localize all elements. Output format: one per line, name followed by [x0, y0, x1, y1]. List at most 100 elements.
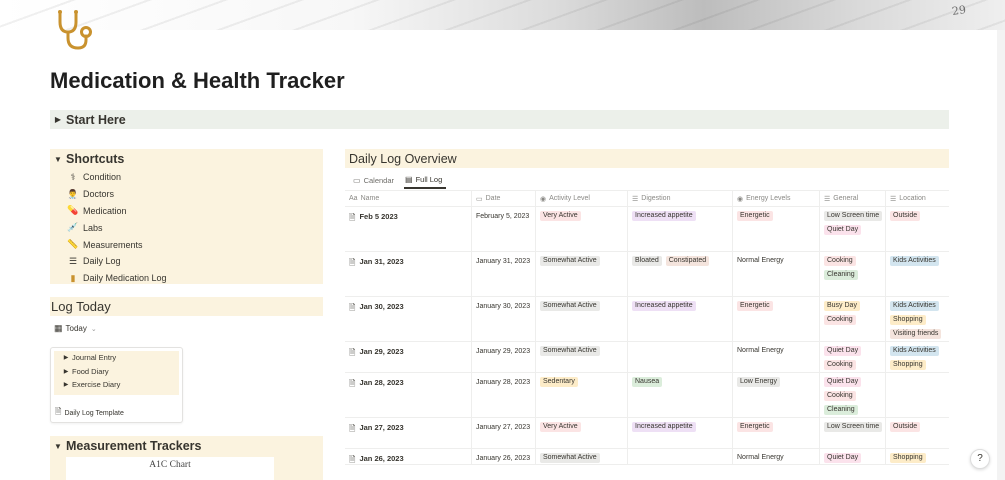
tag: Quiet Day — [824, 225, 862, 235]
digestion-cell[interactable]: Increased appetite — [628, 297, 733, 341]
activity-cell[interactable]: Very Active — [536, 418, 628, 448]
general-cell[interactable]: Low Screen time — [820, 418, 886, 448]
general-cell[interactable]: Low Screen time Quiet Day — [820, 207, 886, 251]
row-date: January 26, 2023 — [476, 455, 531, 462]
location-cell[interactable]: Outside — [886, 418, 949, 448]
column-header-general[interactable]: ☰ General — [820, 191, 886, 206]
name-cell[interactable]: 🗎 Jan 27, 2023 — [345, 418, 472, 448]
activity-cell[interactable]: Somewhat Active — [536, 449, 628, 464]
row-name[interactable]: Jan 31, 2023 — [359, 257, 403, 266]
general-cell[interactable]: Quiet Day — [820, 449, 886, 464]
row-name[interactable]: Jan 30, 2023 — [359, 302, 403, 311]
daily-log-template-card[interactable]: ▶ Journal Entry ▶ Food Diary ▶ Exercise … — [50, 347, 183, 423]
activity-cell[interactable]: Somewhat Active — [536, 252, 628, 296]
shortcuts-header[interactable]: ▼ Shortcuts — [50, 149, 323, 169]
activity-cell[interactable]: Very Active — [536, 207, 628, 251]
table-row[interactable]: 🗎 Jan 29, 2023 January 29, 2023 Somewhat Ac… — [345, 342, 949, 373]
tab-calendar[interactable]: ▭ Calendar — [352, 172, 398, 189]
table-row[interactable]: 🗎 Jan 28, 2023 January 28, 2023 Sedentary Na… — [345, 373, 949, 418]
tab-full-log[interactable]: ▤ Full Log — [404, 172, 447, 189]
general-cell[interactable]: Busy Day Cooking — [820, 297, 886, 341]
column-header-digestion[interactable]: ☰ Digestion — [628, 191, 733, 206]
energy-cell[interactable]: Energetic — [733, 297, 820, 341]
shortcut-daily-medication-log[interactable]: ▮ Daily Medication Log — [50, 270, 323, 287]
location-cell[interactable]: Outside — [886, 207, 949, 251]
column-header-name[interactable]: Aa Name — [345, 191, 472, 206]
name-cell[interactable]: 🗎 Jan 28, 2023 — [345, 373, 472, 417]
row-name[interactable]: Jan 27, 2023 — [359, 423, 403, 432]
name-cell[interactable]: 🗎 Jan 30, 2023 — [345, 297, 472, 341]
table-row[interactable]: 🗎 Jan 31, 2023 January 31, 2023 Somewhat Ac… — [345, 252, 949, 297]
general-cell[interactable]: Quiet Day Cooking Cleaning — [820, 373, 886, 417]
toggle-start-here[interactable]: ▶ Start Here — [50, 110, 949, 129]
column-header-energy[interactable]: ◉ Energy Levels — [733, 191, 820, 206]
date-cell[interactable]: February 5, 2023 — [472, 207, 536, 251]
name-cell[interactable]: 🗎 Feb 5 2023 — [345, 207, 472, 251]
help-button[interactable]: ? — [970, 449, 990, 469]
scrollbar[interactable] — [997, 30, 1005, 480]
row-name[interactable]: Feb 5 2023 — [359, 212, 397, 221]
shortcut-condition[interactable]: ⚕ Condition — [50, 169, 323, 186]
location-cell[interactable] — [886, 373, 949, 417]
toggle-triangle-down-icon[interactable]: ▼ — [50, 155, 66, 164]
shortcut-measurements[interactable]: 📏 Measurements — [50, 236, 323, 253]
table-row[interactable]: 🗎 Jan 30, 2023 January 30, 2023 Somewhat Ac… — [345, 297, 949, 342]
energy-cell[interactable]: Normal Energy — [733, 342, 820, 372]
date-cell[interactable]: January 27, 2023 — [472, 418, 536, 448]
digestion-cell[interactable]: Nausea — [628, 373, 733, 417]
digestion-cell[interactable]: Increased appetite — [628, 418, 733, 448]
template-toggle-food[interactable]: ▶ Food Diary — [54, 365, 179, 379]
column-header-location[interactable]: ☰ Location — [886, 191, 949, 206]
activity-cell[interactable]: Somewhat Active — [536, 297, 628, 341]
table-row[interactable]: 🗎 Feb 5 2023 February 5, 2023 Very Active In… — [345, 207, 949, 252]
shortcut-label: Measurements — [83, 239, 143, 250]
general-cell[interactable]: Quiet Day Cooking — [820, 342, 886, 372]
column-header-activity[interactable]: ◉ Activity Level — [536, 191, 628, 206]
date-cell[interactable]: January 30, 2023 — [472, 297, 536, 341]
location-cell[interactable]: Shopping — [886, 449, 949, 464]
today-view-selector[interactable]: ▦ Today ⌄ — [54, 323, 97, 334]
tag: Busy Day — [824, 301, 860, 311]
toggle-triangle-down-icon[interactable]: ▼ — [50, 442, 66, 451]
activity-cell[interactable]: Sedentary — [536, 373, 628, 417]
column-header-date[interactable]: ▭ Date — [472, 191, 536, 206]
a1c-chart-embed[interactable]: A1C Chart — [66, 457, 274, 480]
date-cell[interactable]: January 31, 2023 — [472, 252, 536, 296]
template-toggle-exercise[interactable]: ▶ Exercise Diary — [54, 378, 179, 392]
shortcut-daily-log[interactable]: ☰ Daily Log — [50, 253, 323, 270]
date-cell[interactable]: January 26, 2023 — [472, 449, 536, 464]
stethoscope-icon[interactable] — [52, 8, 96, 52]
location-cell[interactable]: Kids Activities Shopping Visiting friends — [886, 297, 949, 341]
digestion-cell[interactable] — [628, 342, 733, 372]
name-cell[interactable]: 🗎 Jan 29, 2023 — [345, 342, 472, 372]
date-cell[interactable]: January 28, 2023 — [472, 373, 536, 417]
location-cell[interactable]: Kids Activities Shopping — [886, 342, 949, 372]
energy-cell[interactable]: Energetic — [733, 207, 820, 251]
table-row[interactable]: 🗎 Jan 27, 2023 January 27, 2023 Very Active… — [345, 418, 949, 449]
energy-cell[interactable]: Low Energy — [733, 373, 820, 417]
name-cell[interactable]: 🗎 Jan 26, 2023 — [345, 449, 472, 464]
template-toggle-journal[interactable]: ▶ Journal Entry — [54, 351, 179, 365]
date-cell[interactable]: January 29, 2023 — [472, 342, 536, 372]
shortcut-labs[interactable]: 💉 Labs — [50, 219, 323, 236]
template-title[interactable]: 🗎 Daily Log Template — [55, 406, 124, 420]
digestion-cell[interactable]: Bloated Constipated — [628, 252, 733, 296]
energy-cell[interactable]: Energetic — [733, 418, 820, 448]
digestion-cell[interactable] — [628, 449, 733, 464]
digestion-cell[interactable]: Increased appetite — [628, 207, 733, 251]
name-cell[interactable]: 🗎 Jan 31, 2023 — [345, 252, 472, 296]
shortcut-doctors[interactable]: 👨‍⚕️ Doctors — [50, 186, 323, 203]
shortcut-medication[interactable]: 💊 Medication — [50, 203, 323, 220]
row-name[interactable]: Jan 28, 2023 — [359, 378, 403, 387]
energy-cell[interactable]: Normal Energy — [733, 449, 820, 464]
general-cell[interactable]: Cooking Cleaning — [820, 252, 886, 296]
table-row[interactable]: 🗎 Jan 26, 2023 January 26, 2023 Somewhat Ac… — [345, 449, 949, 465]
activity-cell[interactable]: Somewhat Active — [536, 342, 628, 372]
energy-cell[interactable]: Normal Energy — [733, 252, 820, 296]
row-name[interactable]: Jan 29, 2023 — [359, 347, 403, 356]
location-cell[interactable]: Kids Activities — [886, 252, 949, 296]
row-name[interactable]: Jan 26, 2023 — [359, 454, 403, 463]
measurement-trackers-header[interactable]: ▼ Measurement Trackers — [50, 436, 323, 456]
toggle-triangle-icon[interactable]: ▶ — [50, 115, 66, 124]
daily-log-view-tabs: ▭ Calendar ▤ Full Log — [352, 172, 452, 189]
